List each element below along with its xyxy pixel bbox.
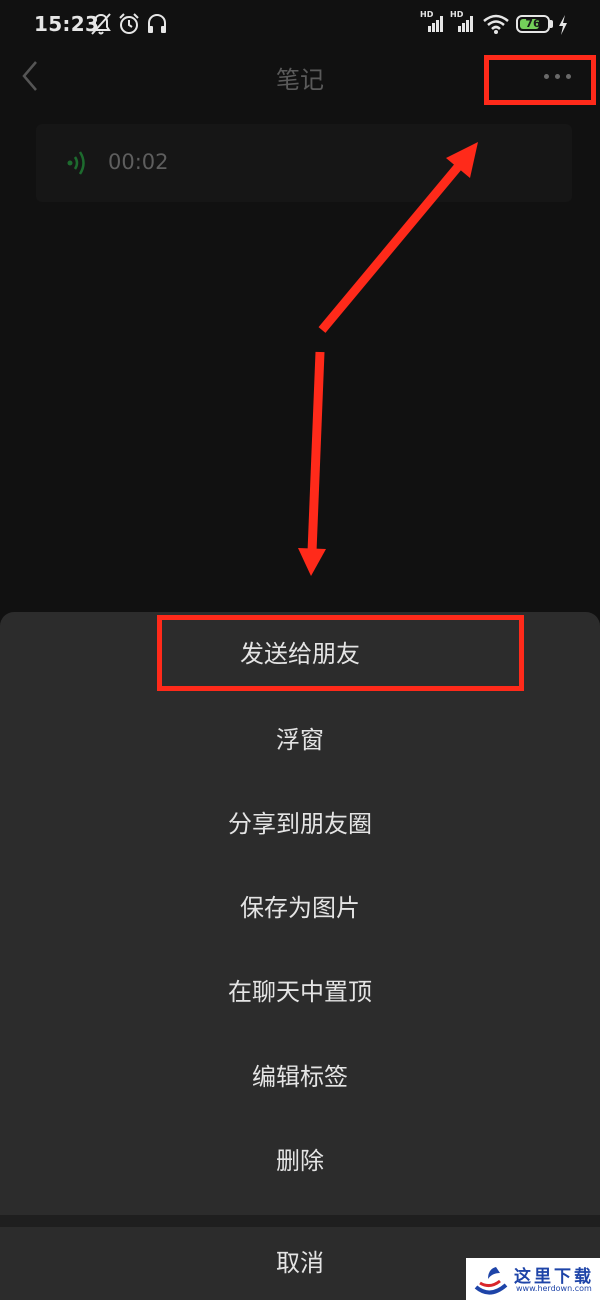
annotation-arrows bbox=[298, 142, 478, 576]
watermark-logo-icon bbox=[474, 1267, 508, 1295]
watermark: 这里下载 www.herdown.com bbox=[466, 1258, 600, 1300]
watermark-url: www.herdown.com bbox=[516, 1284, 592, 1293]
arrow-down bbox=[298, 351, 326, 576]
arrow-up-right bbox=[318, 142, 478, 333]
